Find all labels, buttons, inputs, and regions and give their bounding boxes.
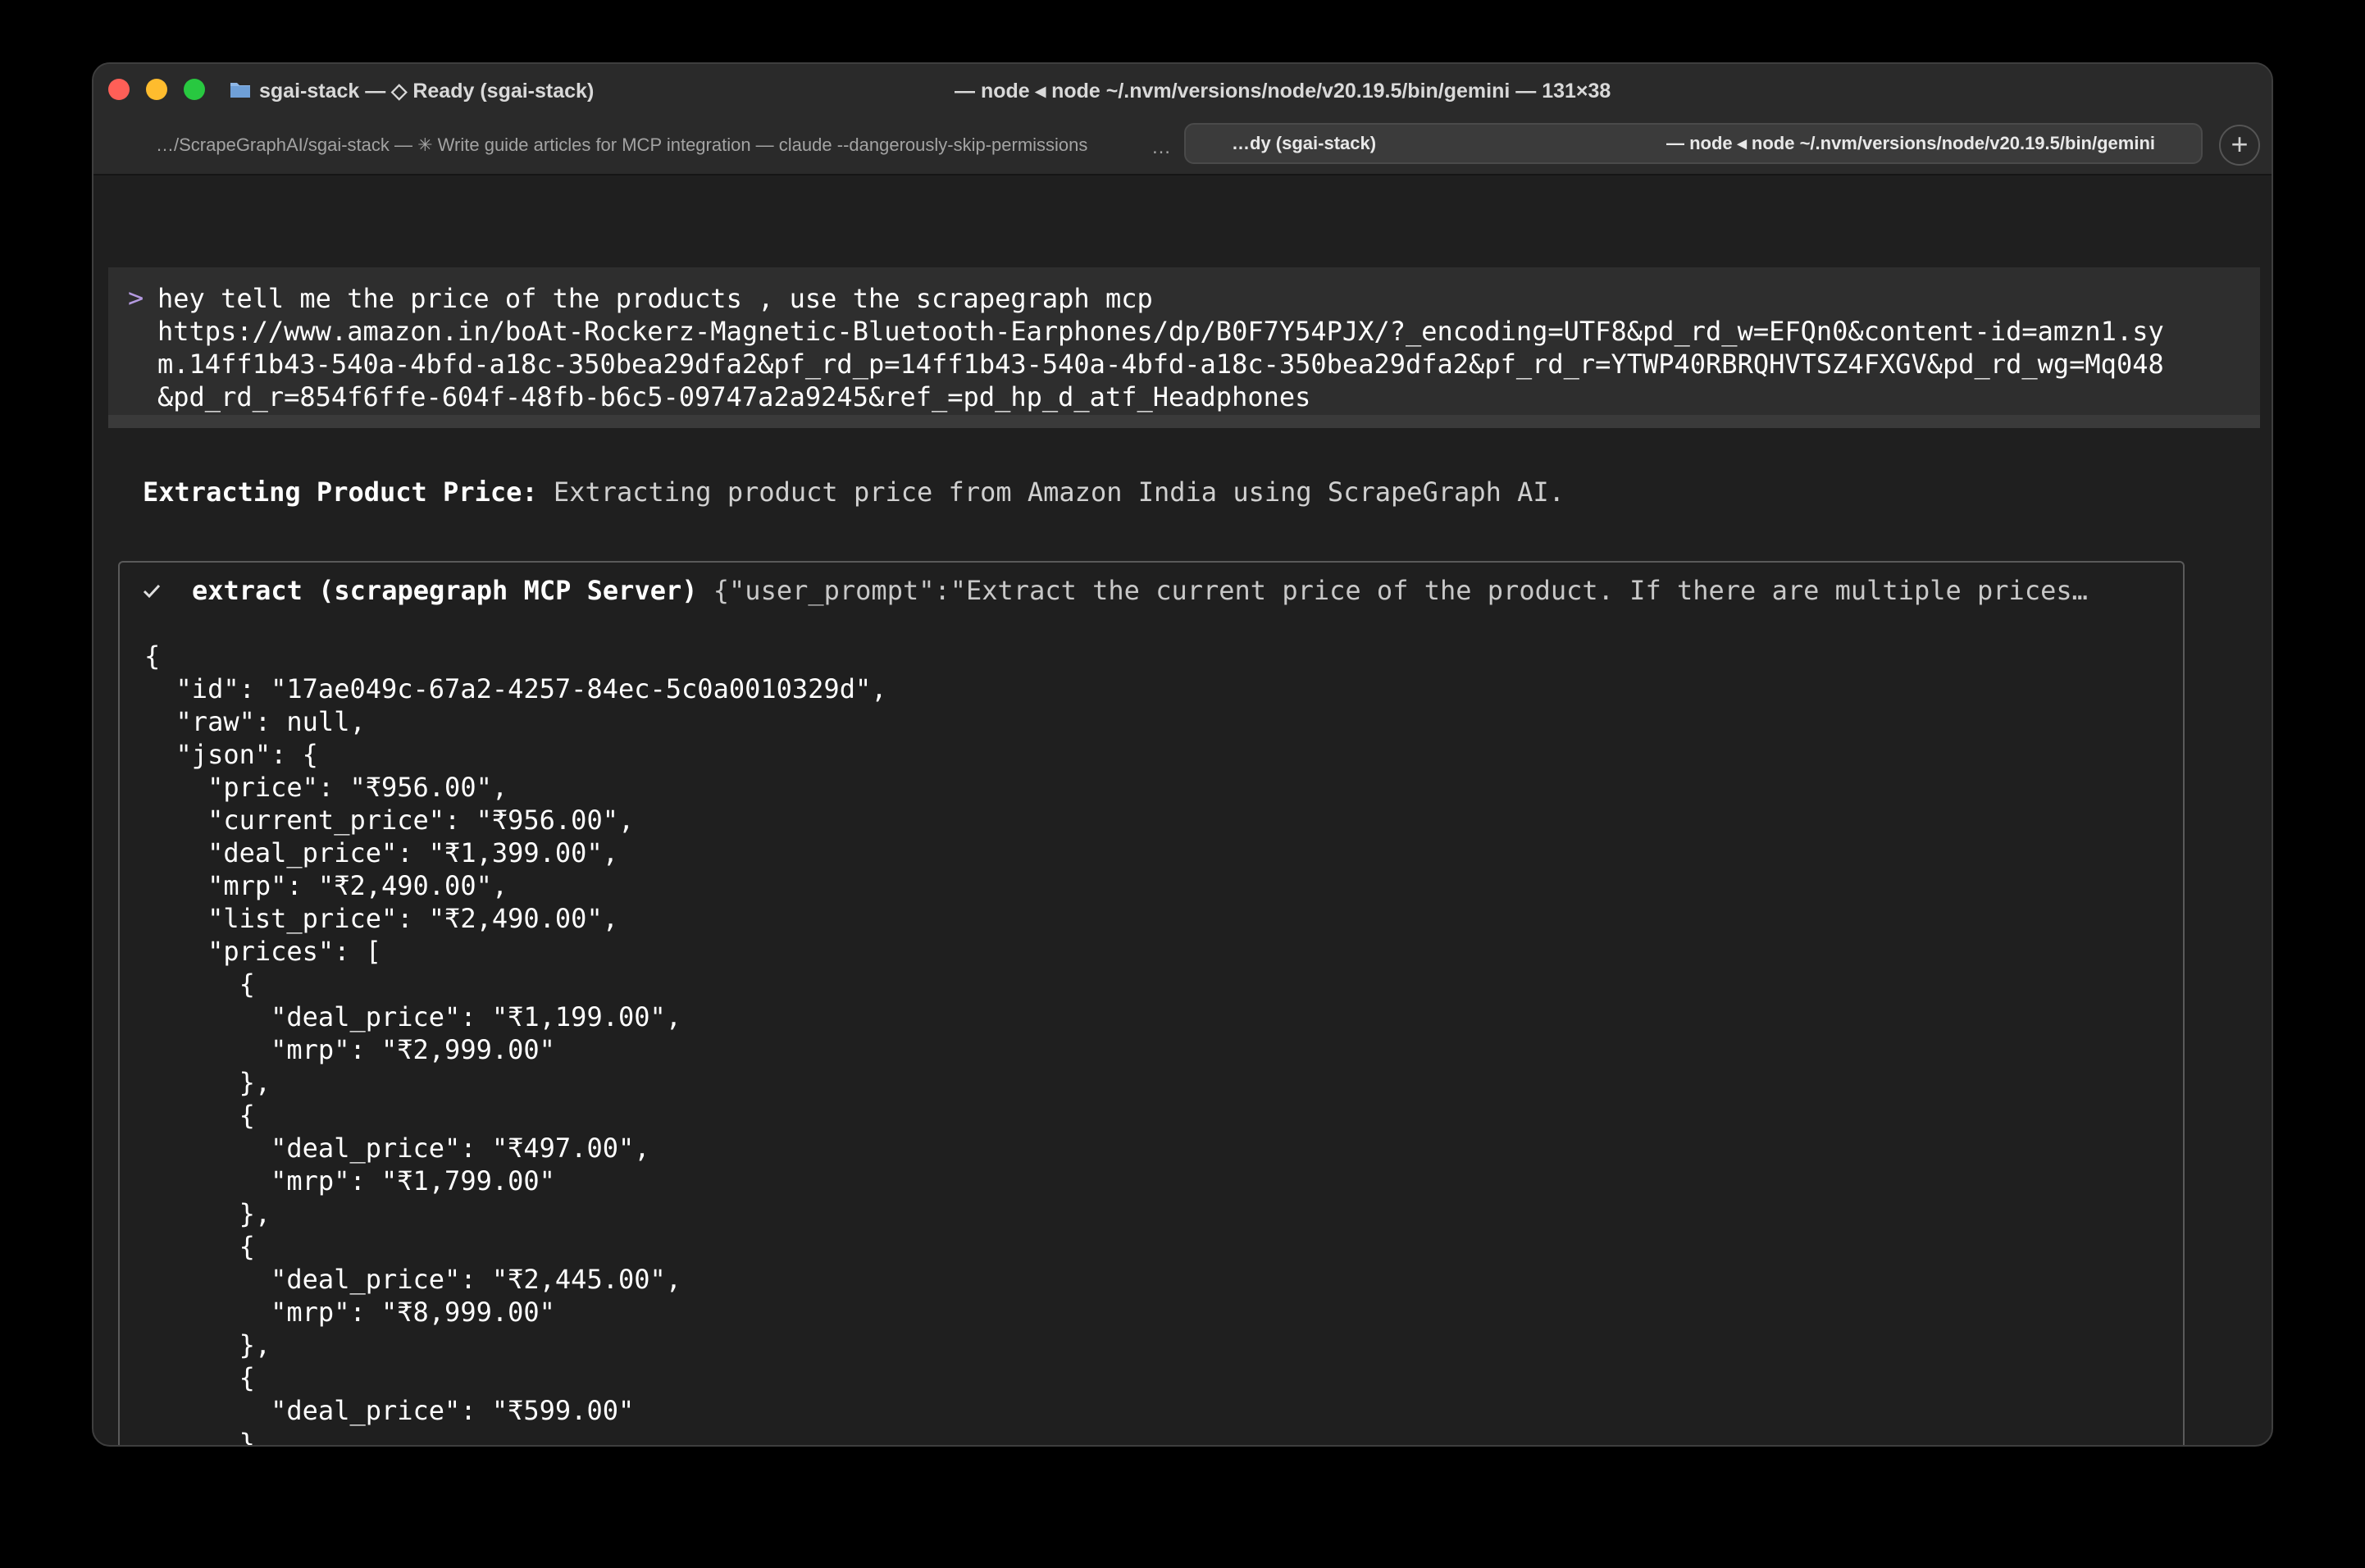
tab-bar: …/ScrapeGraphAI/sgai-stack — ✳ Write gui… — [93, 120, 2272, 175]
status-line: Extracting Product Price: Extracting pro… — [143, 476, 1565, 508]
new-tab-button[interactable]: + — [2219, 125, 2260, 166]
title-bar[interactable]: sgai-stack — ◇ Ready (sgai-stack) — node… — [93, 64, 2272, 120]
close-button[interactable] — [108, 79, 130, 100]
prompt-chevron: > — [128, 282, 144, 313]
status-text: Extracting product price from Amazon Ind… — [537, 476, 1565, 508]
status-label: Extracting Product Price: — [143, 476, 538, 508]
minimize-button[interactable] — [146, 79, 167, 100]
tool-name: extract (scrapegraph MCP Server) — [192, 575, 698, 606]
window-title-left: sgai-stack — ◇ Ready (sgai-stack) — [259, 80, 595, 103]
tab-overflow-indicator[interactable]: … — [1151, 125, 1171, 166]
tool-call-box: extract (scrapegraph MCP Server) {"user_… — [118, 561, 2185, 1447]
window-title-center: — node ◂ node ~/.nvm/versions/node/v20.1… — [955, 80, 1611, 103]
tab-claude-session[interactable]: …/ScrapeGraphAI/sgai-stack — ✳ Write gui… — [107, 125, 1163, 166]
tool-output-json: { "id": "17ae049c-67a2-4257-84ec-5c0a001… — [144, 640, 887, 1447]
tab-active-label-left: …dy (sgai-stack) — [1232, 133, 1377, 153]
check-icon — [143, 584, 161, 599]
folder-icon — [230, 83, 250, 98]
prompt-block-divider — [108, 415, 2260, 428]
tab-active-label-right: — node ◂ node ~/.nvm/versions/node/v20.1… — [1666, 133, 2155, 153]
terminal-content[interactable]: > hey tell me the price of the products … — [93, 175, 2272, 1447]
terminal-window: sgai-stack — ◇ Ready (sgai-stack) — node… — [92, 62, 2273, 1447]
maximize-button[interactable] — [184, 79, 205, 100]
tool-args: {"user_prompt":"Extract the current pric… — [697, 575, 2088, 606]
user-prompt-text: hey tell me the price of the products , … — [157, 283, 2164, 413]
traffic-lights — [108, 79, 205, 100]
tool-call-header: extract (scrapegraph MCP Server) {"user_… — [192, 574, 2088, 607]
tab-gemini-session-active[interactable]: …dy (sgai-stack) — node ◂ node ~/.nvm/ve… — [1184, 123, 2203, 164]
